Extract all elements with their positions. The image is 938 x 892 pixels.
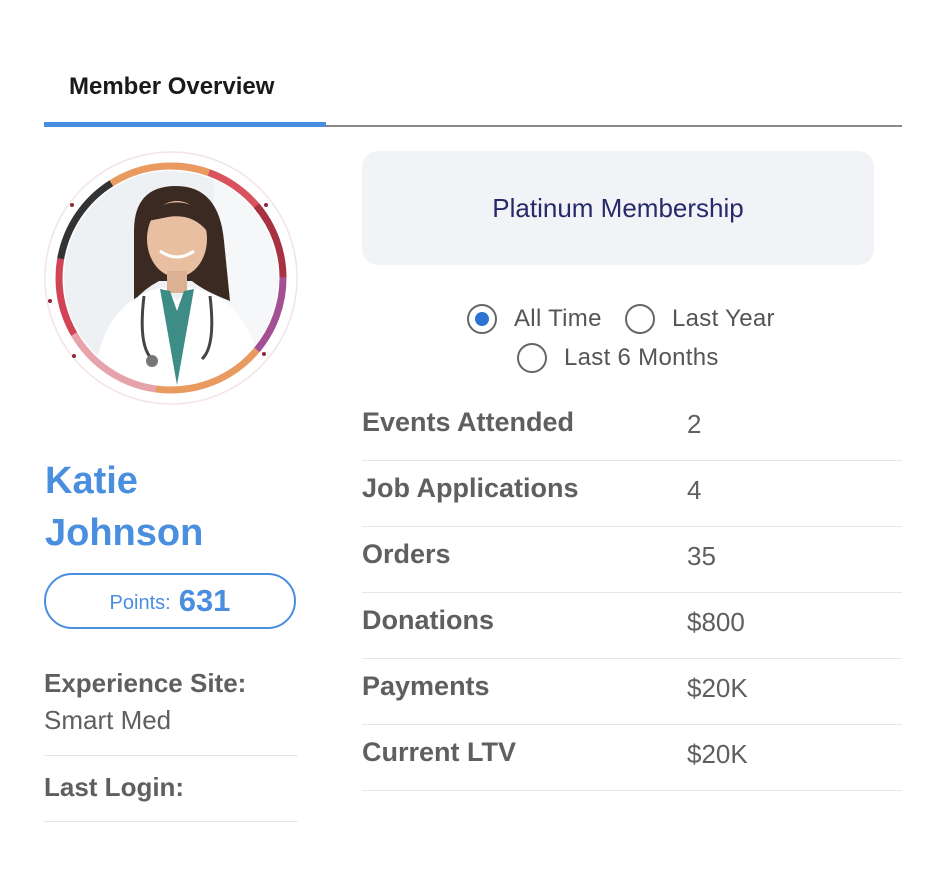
stat-value: $800 <box>687 607 745 637</box>
experience-site-label: Experience Site: <box>44 668 247 698</box>
last-login-label: Last Login: <box>44 772 185 802</box>
member-last-name: Johnson <box>45 512 204 554</box>
stat-label: Payments <box>362 671 490 701</box>
radio-unchecked-icon[interactable] <box>625 304 655 334</box>
radio-label: All Time <box>514 305 602 332</box>
points-value: 631 <box>178 583 231 618</box>
experience-site-value: Smart Med <box>44 705 172 735</box>
membership-badge: Platinum Membership <box>362 151 874 265</box>
stat-label: Job Applications <box>362 473 579 503</box>
stat-value: 2 <box>687 409 702 439</box>
stat-row-events-attended: Events Attended 2 <box>362 395 902 461</box>
stat-value: $20K <box>687 673 748 703</box>
stat-label: Current LTV <box>362 737 516 767</box>
stat-label: Orders <box>362 539 451 569</box>
stat-row-job-applications: Job Applications 4 <box>362 461 902 527</box>
points-label: Points: <box>109 591 171 614</box>
tab-member-overview[interactable]: Member Overview <box>44 60 326 127</box>
avatar-photo <box>64 171 278 385</box>
radio-checked-icon[interactable] <box>467 304 497 334</box>
radio-label: Last 6 Months <box>564 344 719 371</box>
stat-value: 35 <box>687 541 716 571</box>
radio-last-6-months[interactable]: Last 6 Months <box>517 343 719 373</box>
stat-row-orders: Orders 35 <box>362 527 902 593</box>
member-name: Katie Johnson <box>45 455 305 559</box>
radio-last-year[interactable]: Last Year <box>625 304 775 334</box>
radio-label: Last Year <box>672 305 775 332</box>
stat-label: Donations <box>362 605 494 635</box>
tab-bar: Member Overview <box>44 60 902 128</box>
stat-row-donations: Donations $800 <box>362 593 902 659</box>
stat-value: $20K <box>687 739 748 769</box>
stat-label: Events Attended <box>362 407 575 437</box>
stat-row-payments: Payments $20K <box>362 659 902 725</box>
radio-all-time[interactable]: All Time <box>467 304 602 334</box>
member-first-name: Katie <box>45 460 138 502</box>
stat-value: 4 <box>687 475 702 505</box>
membership-label: Platinum Membership <box>492 192 744 223</box>
points-badge: Points: 631 <box>44 573 296 629</box>
last-login-block: Last Login: <box>44 772 298 822</box>
experience-site-block: Experience Site: Smart Med <box>44 668 298 756</box>
stat-row-current-ltv: Current LTV $20K <box>362 725 902 791</box>
avatar[interactable] <box>44 151 298 405</box>
radio-unchecked-icon[interactable] <box>517 343 547 373</box>
